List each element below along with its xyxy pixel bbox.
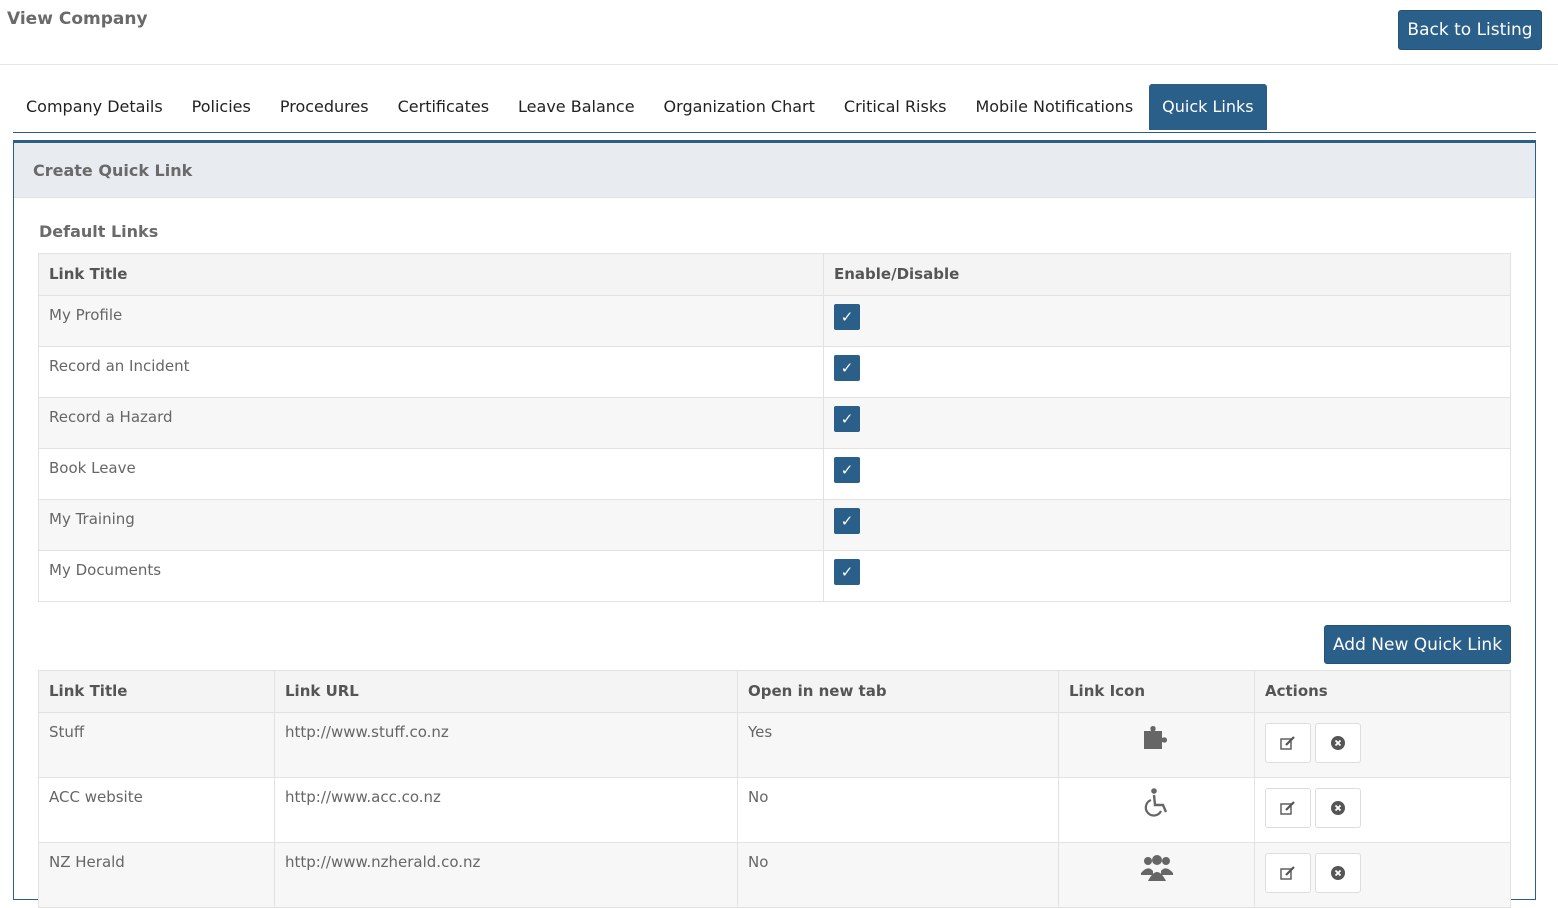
default-links-table: Link Title Enable/Disable My Profile ✓ R… xyxy=(38,253,1511,602)
delete-button[interactable] xyxy=(1315,853,1361,893)
link-url-cell: http://www.acc.co.nz xyxy=(274,777,738,843)
add-new-quick-link-button[interactable]: Add New Quick Link xyxy=(1324,625,1511,664)
table-row: ACC website http://www.acc.co.nz No xyxy=(38,777,1511,843)
link-title-cell: ACC website xyxy=(38,777,275,843)
edit-button[interactable] xyxy=(1265,853,1311,893)
top-bar: View Company Back to Listing xyxy=(0,0,1558,65)
enable-cell: ✓ xyxy=(823,448,1511,500)
enable-checkbox[interactable]: ✓ xyxy=(834,457,860,483)
link-icon-cell xyxy=(1058,777,1255,843)
table-row: NZ Herald http://www.nzherald.co.nz No xyxy=(38,842,1511,908)
new-tab-cell: Yes xyxy=(737,712,1059,778)
table-row: My Profile ✓ xyxy=(38,295,1511,347)
puzzle-icon xyxy=(1143,726,1167,749)
enable-checkbox[interactable]: ✓ xyxy=(834,304,860,330)
link-title-cell: My Profile xyxy=(38,295,824,347)
table-row: Record an Incident ✓ xyxy=(38,346,1511,398)
page-title: View Company xyxy=(7,9,148,29)
default-links-title: Default Links xyxy=(39,222,159,241)
link-title-cell: Stuff xyxy=(38,712,275,778)
tab-procedures[interactable]: Procedures xyxy=(267,84,382,130)
table-header-row: Link Title Link URL Open in new tab Link… xyxy=(38,670,1511,713)
edit-icon xyxy=(1280,866,1295,880)
link-icon-cell xyxy=(1058,842,1255,908)
tab-policies[interactable]: Policies xyxy=(179,84,264,130)
link-title-cell: NZ Herald xyxy=(38,842,275,908)
column-header-enable-disable: Enable/Disable xyxy=(823,253,1511,296)
delete-button[interactable] xyxy=(1315,788,1361,828)
enable-cell: ✓ xyxy=(823,397,1511,449)
column-header-link-title: Link Title xyxy=(38,670,275,713)
close-circle-icon xyxy=(1331,801,1345,815)
enable-checkbox[interactable]: ✓ xyxy=(834,559,860,585)
tab-quick-links[interactable]: Quick Links xyxy=(1149,84,1267,130)
table-row: Record a Hazard ✓ xyxy=(38,397,1511,449)
edit-icon xyxy=(1280,801,1295,815)
table-row: My Documents ✓ xyxy=(38,550,1511,602)
tab-critical-risks[interactable]: Critical Risks xyxy=(831,84,960,130)
new-tab-cell: No xyxy=(737,777,1059,843)
link-url-cell: http://www.nzherald.co.nz xyxy=(274,842,738,908)
link-title-cell: Record an Incident xyxy=(38,346,824,398)
new-tab-cell: No xyxy=(737,842,1059,908)
close-circle-icon xyxy=(1331,736,1345,750)
quick-link-panel: Create Quick Link Default Links Link Tit… xyxy=(13,140,1536,908)
table-row: Stuff http://www.stuff.co.nz Yes xyxy=(38,712,1511,778)
actions-cell xyxy=(1254,777,1511,843)
table-row: My Training ✓ xyxy=(38,499,1511,551)
link-title-cell: Book Leave xyxy=(38,448,824,500)
tab-leave-balance[interactable]: Leave Balance xyxy=(505,84,648,130)
enable-checkbox[interactable]: ✓ xyxy=(834,355,860,381)
column-header-link-url: Link URL xyxy=(274,670,738,713)
quick-links-table: Link Title Link URL Open in new tab Link… xyxy=(38,670,1511,908)
actions-cell xyxy=(1254,842,1511,908)
enable-checkbox[interactable]: ✓ xyxy=(834,406,860,432)
enable-cell: ✓ xyxy=(823,295,1511,347)
tab-mobile-notifications[interactable]: Mobile Notifications xyxy=(962,84,1146,130)
link-icon-cell xyxy=(1058,712,1255,778)
column-header-link-title: Link Title xyxy=(38,253,824,296)
enable-checkbox[interactable]: ✓ xyxy=(834,508,860,534)
enable-cell: ✓ xyxy=(823,499,1511,551)
table-row: Book Leave ✓ xyxy=(38,448,1511,500)
link-title-cell: Record a Hazard xyxy=(38,397,824,449)
tab-certificates[interactable]: Certificates xyxy=(385,84,502,130)
edit-button[interactable] xyxy=(1265,723,1311,763)
close-circle-icon xyxy=(1331,866,1345,880)
edit-icon xyxy=(1280,736,1295,750)
panel-title: Create Quick Link xyxy=(14,143,1535,198)
back-to-listing-button[interactable]: Back to Listing xyxy=(1398,10,1542,50)
tab-bar: Company Details Policies Procedures Cert… xyxy=(13,84,1536,133)
tab-organization-chart[interactable]: Organization Chart xyxy=(651,84,828,130)
enable-cell: ✓ xyxy=(823,346,1511,398)
column-header-open-in-new-tab: Open in new tab xyxy=(737,670,1059,713)
users-icon xyxy=(1140,855,1173,881)
actions-cell xyxy=(1254,712,1511,778)
edit-button[interactable] xyxy=(1265,788,1311,828)
delete-button[interactable] xyxy=(1315,723,1361,763)
enable-cell: ✓ xyxy=(823,550,1511,602)
tab-company-details[interactable]: Company Details xyxy=(13,84,176,130)
link-url-cell: http://www.stuff.co.nz xyxy=(274,712,738,778)
column-header-link-icon: Link Icon xyxy=(1058,670,1255,713)
wheelchair-icon xyxy=(1144,788,1167,817)
link-title-cell: My Documents xyxy=(38,550,824,602)
column-header-actions: Actions xyxy=(1254,670,1511,713)
link-title-cell: My Training xyxy=(38,499,824,551)
table-header-row: Link Title Enable/Disable xyxy=(38,253,1511,296)
